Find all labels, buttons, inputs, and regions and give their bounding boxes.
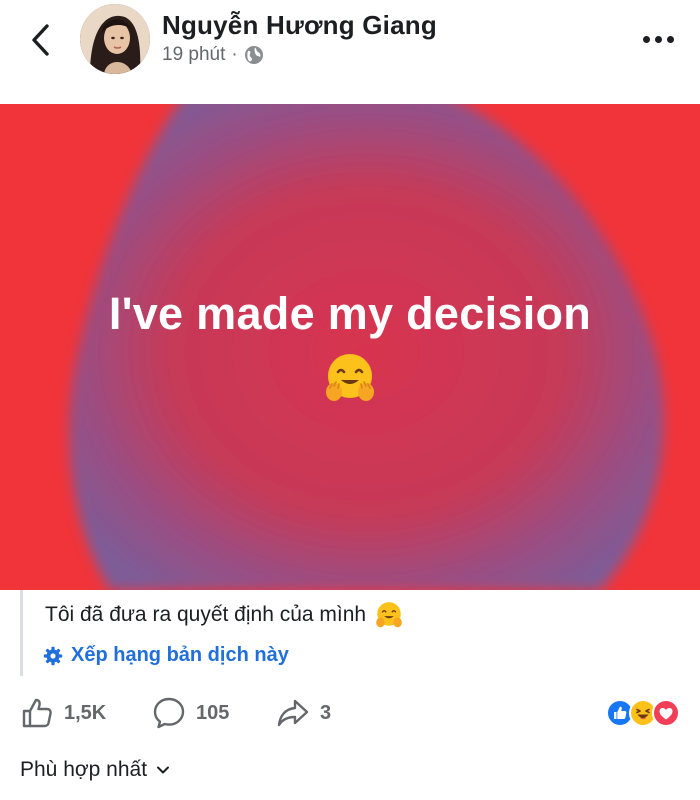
like-count: 1,5K xyxy=(64,701,107,724)
more-dot-icon xyxy=(642,35,650,43)
back-button[interactable] xyxy=(20,20,60,60)
post-time[interactable]: 19 phút xyxy=(162,44,225,66)
gear-icon xyxy=(43,646,63,666)
globe-icon xyxy=(244,45,264,65)
share-arrow-icon xyxy=(277,699,309,727)
translation-text: Tôi đã đưa ra quyết định của mình xyxy=(45,603,367,626)
sort-label: Phù hợp nhất xyxy=(20,758,148,781)
more-dot-icon xyxy=(666,35,674,43)
post-actions: 1,5K 105 3 xyxy=(0,692,700,734)
share-button[interactable]: 3 xyxy=(276,692,331,734)
reactions-summary[interactable] xyxy=(606,698,680,728)
love-reaction-icon xyxy=(652,699,680,727)
comment-sort-dropdown[interactable]: Phù hợp nhất xyxy=(20,758,171,782)
chevron-down-icon xyxy=(157,766,170,774)
hugging-face-emoji-icon xyxy=(326,354,374,401)
comment-button[interactable]: 105 xyxy=(152,692,229,734)
more-dot-icon xyxy=(654,35,662,43)
blob-shape xyxy=(69,104,664,590)
rate-translation-link[interactable]: Xếp hạng bản dịch này xyxy=(43,644,289,667)
post-image-text: I've made my decision xyxy=(108,288,592,339)
meta-separator: · xyxy=(231,44,238,65)
comment-icon xyxy=(153,697,185,729)
post-header: Nguyễn Hương Giang 19 phút · xyxy=(0,0,700,100)
like-button[interactable]: 1,5K xyxy=(20,692,106,734)
comment-count: 105 xyxy=(196,701,230,724)
rate-translation-label: Xếp hạng bản dịch này xyxy=(71,644,289,666)
avatar[interactable] xyxy=(80,4,150,74)
chevron-left-icon xyxy=(32,24,49,56)
hugging-face-emoji-icon xyxy=(376,602,402,628)
post-meta: 19 phút · xyxy=(162,44,264,66)
post-image[interactable]: I've made my decision xyxy=(0,104,700,590)
author-name[interactable]: Nguyễn Hương Giang xyxy=(162,10,437,41)
avatar-image xyxy=(80,4,150,74)
share-count: 3 xyxy=(320,701,332,724)
translation-block: Tôi đã đưa ra quyết định của mình Xếp hạ… xyxy=(20,590,680,676)
thumbs-up-icon xyxy=(22,698,52,728)
more-options-button[interactable] xyxy=(636,24,680,54)
translation-text-row: Tôi đã đưa ra quyết định của mình xyxy=(45,600,404,630)
